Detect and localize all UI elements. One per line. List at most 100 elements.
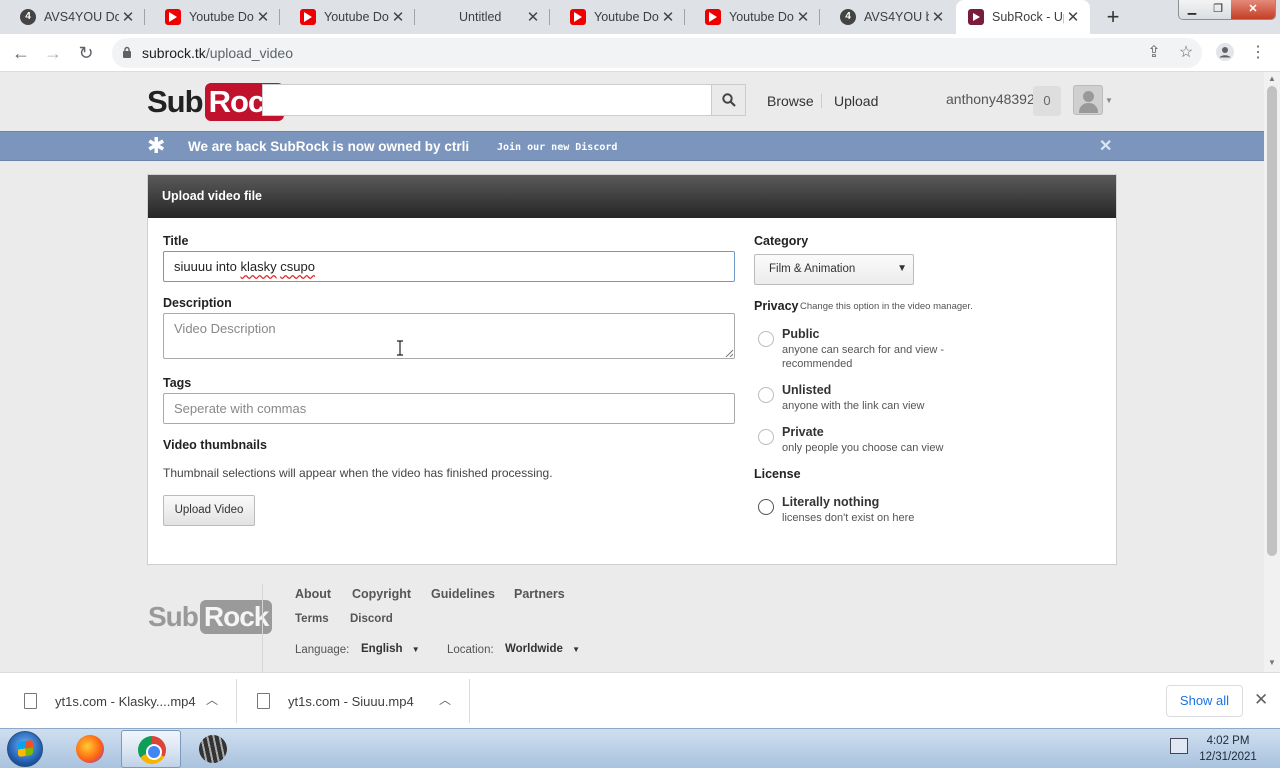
show-all-downloads-button[interactable]: Show all bbox=[1166, 685, 1243, 717]
browser-tab[interactable]: 4 AVS4YOU Do ✕ bbox=[0, 0, 145, 34]
privacy-public-radio[interactable] bbox=[758, 331, 774, 347]
minimize-icon[interactable]: ▁ bbox=[1179, 0, 1205, 19]
upload-video-button[interactable]: Upload Video bbox=[163, 495, 255, 526]
privacy-note: Change this option in the video manager. bbox=[800, 301, 973, 312]
chevron-down-icon[interactable]: ▼ bbox=[1105, 96, 1113, 105]
close-tab-icon[interactable]: ✕ bbox=[659, 8, 677, 26]
description-textarea[interactable]: Video Description bbox=[163, 313, 735, 359]
close-tab-icon[interactable]: ✕ bbox=[794, 8, 812, 26]
download-item[interactable]: yt1s.com - Klasky....mp4 bbox=[24, 673, 196, 729]
location-select[interactable]: Worldwide ▼ bbox=[505, 643, 580, 655]
location-label: Location: bbox=[447, 644, 494, 656]
footer-link-copyright[interactable]: Copyright bbox=[352, 587, 411, 601]
close-tab-icon[interactable]: ✕ bbox=[389, 8, 407, 26]
category-select[interactable]: Film & Animation ▼ bbox=[754, 254, 914, 285]
new-tab-plus-icon[interactable]: + bbox=[1100, 5, 1126, 29]
scroll-down-icon[interactable]: ▼ bbox=[1267, 658, 1277, 667]
forward-arrow-icon[interactable]: → bbox=[40, 41, 66, 65]
language-label: Language: bbox=[295, 644, 350, 656]
clock-time: 4:02 PM bbox=[1206, 735, 1250, 747]
tab-title: SubRock - Up bbox=[992, 10, 1064, 24]
announcement-banner: ✱ We are back SubRock is now owned by ct… bbox=[0, 131, 1264, 161]
avatar[interactable] bbox=[1073, 85, 1103, 115]
close-tab-icon[interactable]: ✕ bbox=[524, 8, 542, 26]
browser-menu-icon[interactable]: ⋮ bbox=[1248, 43, 1268, 63]
close-tab-icon[interactable]: ✕ bbox=[119, 8, 137, 26]
close-banner-icon[interactable]: ✕ bbox=[1099, 136, 1112, 156]
scroll-up-icon[interactable]: ▲ bbox=[1267, 74, 1277, 83]
footer-link-terms[interactable]: Terms bbox=[295, 613, 329, 625]
language-select[interactable]: English ▼ bbox=[361, 643, 420, 655]
browser-tab[interactable]: Youtube Dow ✕ bbox=[550, 0, 685, 34]
close-tab-icon[interactable]: ✕ bbox=[929, 8, 947, 26]
browser-tab-active[interactable]: SubRock - Up ✕ bbox=[956, 0, 1090, 34]
avs4you-favicon-icon: 4 bbox=[20, 9, 36, 25]
tags-input[interactable]: Seperate with commas bbox=[163, 393, 735, 424]
search-button[interactable] bbox=[711, 84, 746, 116]
site-search-input[interactable] bbox=[262, 84, 712, 116]
category-label: Category bbox=[754, 234, 809, 248]
profile-icon[interactable] bbox=[1215, 43, 1235, 63]
maximize-icon[interactable]: ❐ bbox=[1205, 0, 1231, 19]
window-controls: ▁ ❐ ✕ bbox=[1178, 0, 1276, 20]
privacy-option-desc: anyone with the link can view bbox=[782, 400, 925, 412]
chevron-down-icon: ▼ bbox=[897, 263, 907, 274]
share-icon[interactable]: ⇪ bbox=[1144, 43, 1164, 63]
bookmark-star-icon[interactable]: ☆ bbox=[1176, 43, 1196, 63]
browser-tab[interactable]: 4 AVS4YOU be ✕ bbox=[820, 0, 955, 34]
username-link[interactable]: anthony48392 bbox=[946, 91, 1035, 107]
file-icon bbox=[257, 693, 270, 709]
close-download-bar-icon[interactable]: ✕ bbox=[1254, 690, 1268, 710]
chevron-up-icon[interactable]: ︿ bbox=[206, 691, 218, 708]
chevron-up-icon[interactable]: ︿ bbox=[439, 691, 451, 708]
title-input[interactable]: siuuuu into klasky csupo bbox=[163, 251, 735, 282]
reload-icon[interactable]: ↻ bbox=[73, 41, 99, 65]
description-placeholder: Video Description bbox=[174, 321, 276, 336]
download-filename: yt1s.com - Klasky....mp4 bbox=[55, 693, 196, 709]
avs4you-favicon-icon: 4 bbox=[840, 9, 856, 25]
license-radio[interactable] bbox=[758, 499, 774, 515]
system-clock[interactable]: 4:02 PM 12/31/2021 bbox=[1196, 733, 1260, 765]
privacy-option-title: Public bbox=[782, 327, 820, 341]
browser-tab[interactable]: Youtube Dow ✕ bbox=[145, 0, 280, 34]
resize-handle-icon[interactable] bbox=[725, 349, 733, 357]
window-close-icon[interactable]: ✕ bbox=[1231, 0, 1275, 19]
footer-link-discord[interactable]: Discord bbox=[350, 613, 393, 625]
license-option-title: Literally nothing bbox=[782, 495, 880, 509]
footer-link-about[interactable]: About bbox=[295, 587, 331, 601]
back-arrow-icon[interactable]: ← bbox=[8, 41, 34, 65]
page-scrollbar[interactable]: ▲ ▼ bbox=[1264, 72, 1280, 672]
close-tab-icon[interactable]: ✕ bbox=[1064, 8, 1082, 26]
title-label: Title bbox=[163, 234, 189, 248]
upload-panel: Upload video file Title siuuuu into klas… bbox=[147, 174, 1117, 565]
privacy-label: Privacy bbox=[754, 299, 799, 313]
chrome-taskbar-button[interactable] bbox=[121, 730, 181, 768]
privacy-option-desc: only people you choose can view bbox=[782, 442, 944, 454]
firefox-taskbar-button[interactable] bbox=[60, 730, 120, 768]
license-label: License bbox=[754, 467, 801, 481]
download-item[interactable]: yt1s.com - Siuuu.mp4 bbox=[257, 673, 414, 729]
footer-logo[interactable]: Sub Rock bbox=[148, 600, 273, 634]
browser-tab[interactable]: Youtube Dow ✕ bbox=[685, 0, 820, 34]
browser-tab[interactable]: Untitled ✕ bbox=[415, 0, 550, 34]
browser-tab[interactable]: Youtube Dow ✕ bbox=[280, 0, 415, 34]
banner-message: We are back SubRock is now owned by ctrl… bbox=[188, 139, 470, 154]
network-tray-icon[interactable] bbox=[1170, 738, 1188, 754]
inbox-count-badge[interactable]: 0 bbox=[1033, 86, 1061, 116]
screen: 4 AVS4YOU Do ✕ Youtube Dow ✕ Youtube Dow… bbox=[0, 0, 1280, 768]
tab-title: Untitled bbox=[459, 10, 502, 24]
address-bar[interactable]: subrock.tk/upload_video bbox=[112, 38, 1202, 68]
privacy-unlisted-radio[interactable] bbox=[758, 387, 774, 403]
scrollbar-thumb[interactable] bbox=[1267, 86, 1277, 556]
start-button-icon[interactable] bbox=[7, 731, 43, 767]
footer-link-partners[interactable]: Partners bbox=[514, 587, 565, 601]
search-icon bbox=[721, 93, 736, 107]
thumbnails-label: Video thumbnails bbox=[163, 438, 267, 452]
discord-link[interactable]: Join our new Discord bbox=[497, 142, 617, 153]
privacy-private-radio[interactable] bbox=[758, 429, 774, 445]
footer-link-guidelines[interactable]: Guidelines bbox=[431, 587, 495, 601]
movie-maker-taskbar-button[interactable] bbox=[183, 730, 243, 768]
close-tab-icon[interactable]: ✕ bbox=[254, 8, 272, 26]
upload-link[interactable]: Upload bbox=[834, 93, 878, 109]
browse-link[interactable]: Browse bbox=[767, 93, 814, 109]
